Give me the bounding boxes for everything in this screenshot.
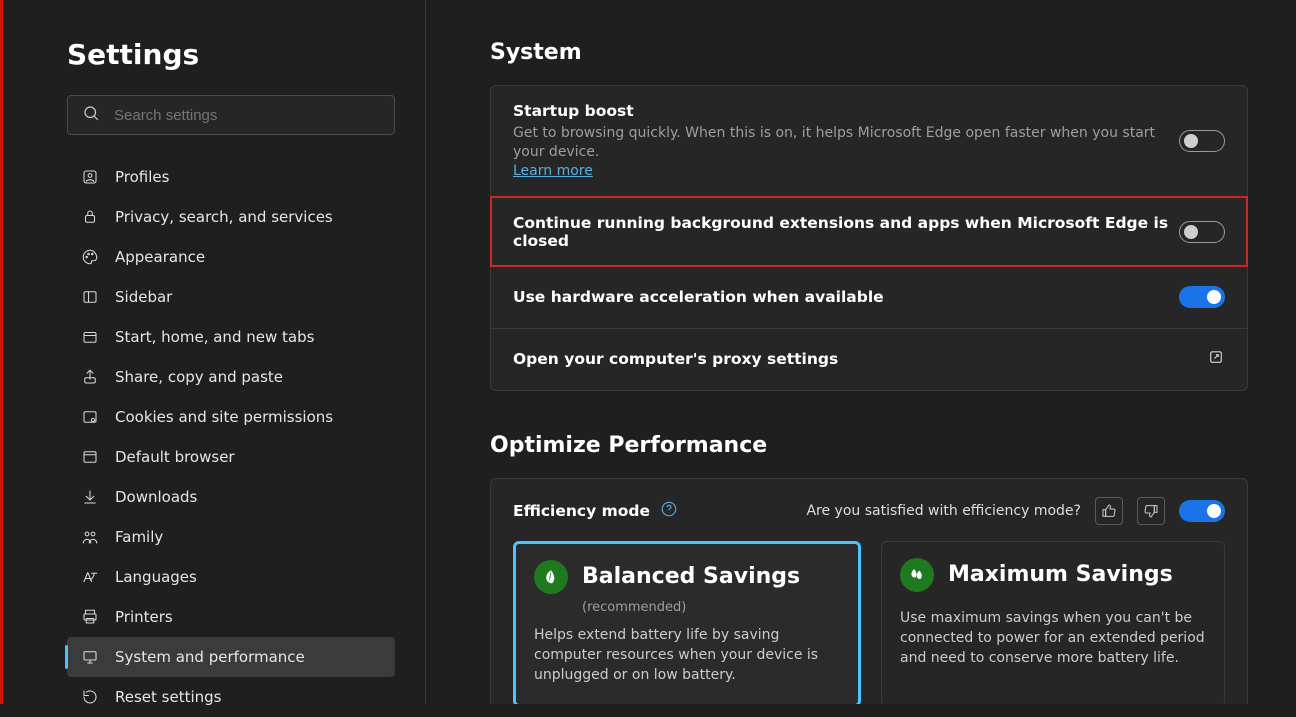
sidebar-item-languages[interactable]: Languages	[67, 557, 395, 597]
maximum-savings-card[interactable]: Maximum Savings Use maximum savings when…	[881, 541, 1225, 704]
browser-icon	[79, 448, 101, 466]
sidebar-item-label: Printers	[115, 608, 173, 626]
sidebar-item-label: System and performance	[115, 648, 305, 666]
download-icon	[79, 488, 101, 506]
sidebar-item-label: Appearance	[115, 248, 205, 266]
system-heading: System	[490, 40, 1248, 65]
sidebar-item-default-browser[interactable]: Default browser	[67, 437, 395, 477]
sidebar-item-label: Start, home, and new tabs	[115, 328, 314, 346]
sidebar-item-downloads[interactable]: Downloads	[67, 477, 395, 517]
startup-boost-title: Startup boost	[513, 102, 1179, 120]
hw-accel-title: Use hardware acceleration when available	[513, 288, 1179, 306]
main-content: System Startup boost Get to browsing qui…	[426, 0, 1296, 704]
monitor-icon	[79, 648, 101, 666]
languages-icon	[79, 568, 101, 586]
sidebar-item-profiles[interactable]: Profiles	[67, 157, 395, 197]
search-input[interactable]	[114, 107, 380, 124]
printer-icon	[79, 608, 101, 626]
sidebar-item-share[interactable]: Share, copy and paste	[67, 357, 395, 397]
share-icon	[79, 368, 101, 386]
balanced-savings-card[interactable]: Balanced Savings (recommended) Helps ext…	[513, 541, 861, 704]
sidebar-item-label: Family	[115, 528, 163, 546]
tabs-icon	[79, 328, 101, 346]
sidebar-item-label: Share, copy and paste	[115, 368, 283, 386]
leaf-icon	[534, 560, 568, 594]
search-icon	[82, 104, 100, 126]
sidebar-item-printers[interactable]: Printers	[67, 597, 395, 637]
leaves-icon	[900, 558, 934, 592]
balanced-recommended: (recommended)	[582, 600, 840, 615]
sidebar-item-label: Reset settings	[115, 688, 222, 706]
sidebar-item-start[interactable]: Start, home, and new tabs	[67, 317, 395, 357]
startup-boost-toggle[interactable]	[1179, 130, 1225, 152]
settings-sidebar: Settings Profiles Privacy, search, and s…	[3, 0, 426, 704]
sidebar-item-label: Profiles	[115, 168, 169, 186]
startup-boost-sub: Get to browsing quickly. When this is on…	[513, 124, 1179, 181]
thumbs-up-button[interactable]	[1095, 497, 1123, 525]
sidebar-item-cookies[interactable]: Cookies and site permissions	[67, 397, 395, 437]
background-apps-title: Continue running background extensions a…	[513, 214, 1179, 250]
hw-accel-row: Use hardware acceleration when available	[491, 266, 1247, 328]
learn-more-link[interactable]: Learn more	[513, 163, 593, 179]
perf-card: Efficiency mode Are you satisfied with e…	[490, 478, 1248, 704]
system-card: Startup boost Get to browsing quickly. W…	[490, 85, 1248, 391]
page-title: Settings	[67, 38, 395, 71]
sidebar-icon	[79, 288, 101, 306]
thumbs-down-button[interactable]	[1137, 497, 1165, 525]
sidebar-item-label: Default browser	[115, 448, 235, 466]
sidebar-item-system[interactable]: System and performance	[67, 637, 395, 677]
family-icon	[79, 528, 101, 546]
maximum-title: Maximum Savings	[948, 562, 1173, 587]
info-icon[interactable]	[660, 500, 678, 522]
feedback-question: Are you satisfied with efficiency mode?	[806, 503, 1081, 519]
palette-icon	[79, 248, 101, 266]
sidebar-item-sidebar[interactable]: Sidebar	[67, 277, 395, 317]
hw-accel-toggle[interactable]	[1179, 286, 1225, 308]
sidebar-item-appearance[interactable]: Appearance	[67, 237, 395, 277]
profile-icon	[79, 168, 101, 186]
background-apps-row: Continue running background extensions a…	[491, 197, 1247, 266]
sidebar-item-reset[interactable]: Reset settings	[67, 677, 395, 717]
reset-icon	[79, 688, 101, 706]
efficiency-mode-label: Efficiency mode	[513, 502, 650, 520]
sidebar-item-label: Cookies and site permissions	[115, 408, 333, 426]
maximum-desc: Use maximum savings when you can't be co…	[900, 608, 1206, 669]
perf-heading: Optimize Performance	[490, 433, 1248, 458]
proxy-title: Open your computer's proxy settings	[513, 350, 1207, 368]
balanced-desc: Helps extend battery life by saving comp…	[534, 625, 840, 686]
sidebar-item-privacy[interactable]: Privacy, search, and services	[67, 197, 395, 237]
startup-boost-row: Startup boost Get to browsing quickly. W…	[491, 86, 1247, 197]
cookies-icon	[79, 408, 101, 426]
lock-icon	[79, 208, 101, 226]
search-box[interactable]	[67, 95, 395, 135]
background-apps-toggle[interactable]	[1179, 221, 1225, 243]
sidebar-item-label: Downloads	[115, 488, 197, 506]
sidebar-item-label: Privacy, search, and services	[115, 208, 333, 226]
balanced-title: Balanced Savings	[582, 564, 800, 589]
proxy-row[interactable]: Open your computer's proxy settings	[491, 328, 1247, 390]
sidebar-item-label: Languages	[115, 568, 197, 586]
external-link-icon	[1207, 348, 1225, 370]
sidebar-item-label: Sidebar	[115, 288, 172, 306]
efficiency-mode-toggle[interactable]	[1179, 500, 1225, 522]
sidebar-item-family[interactable]: Family	[67, 517, 395, 557]
